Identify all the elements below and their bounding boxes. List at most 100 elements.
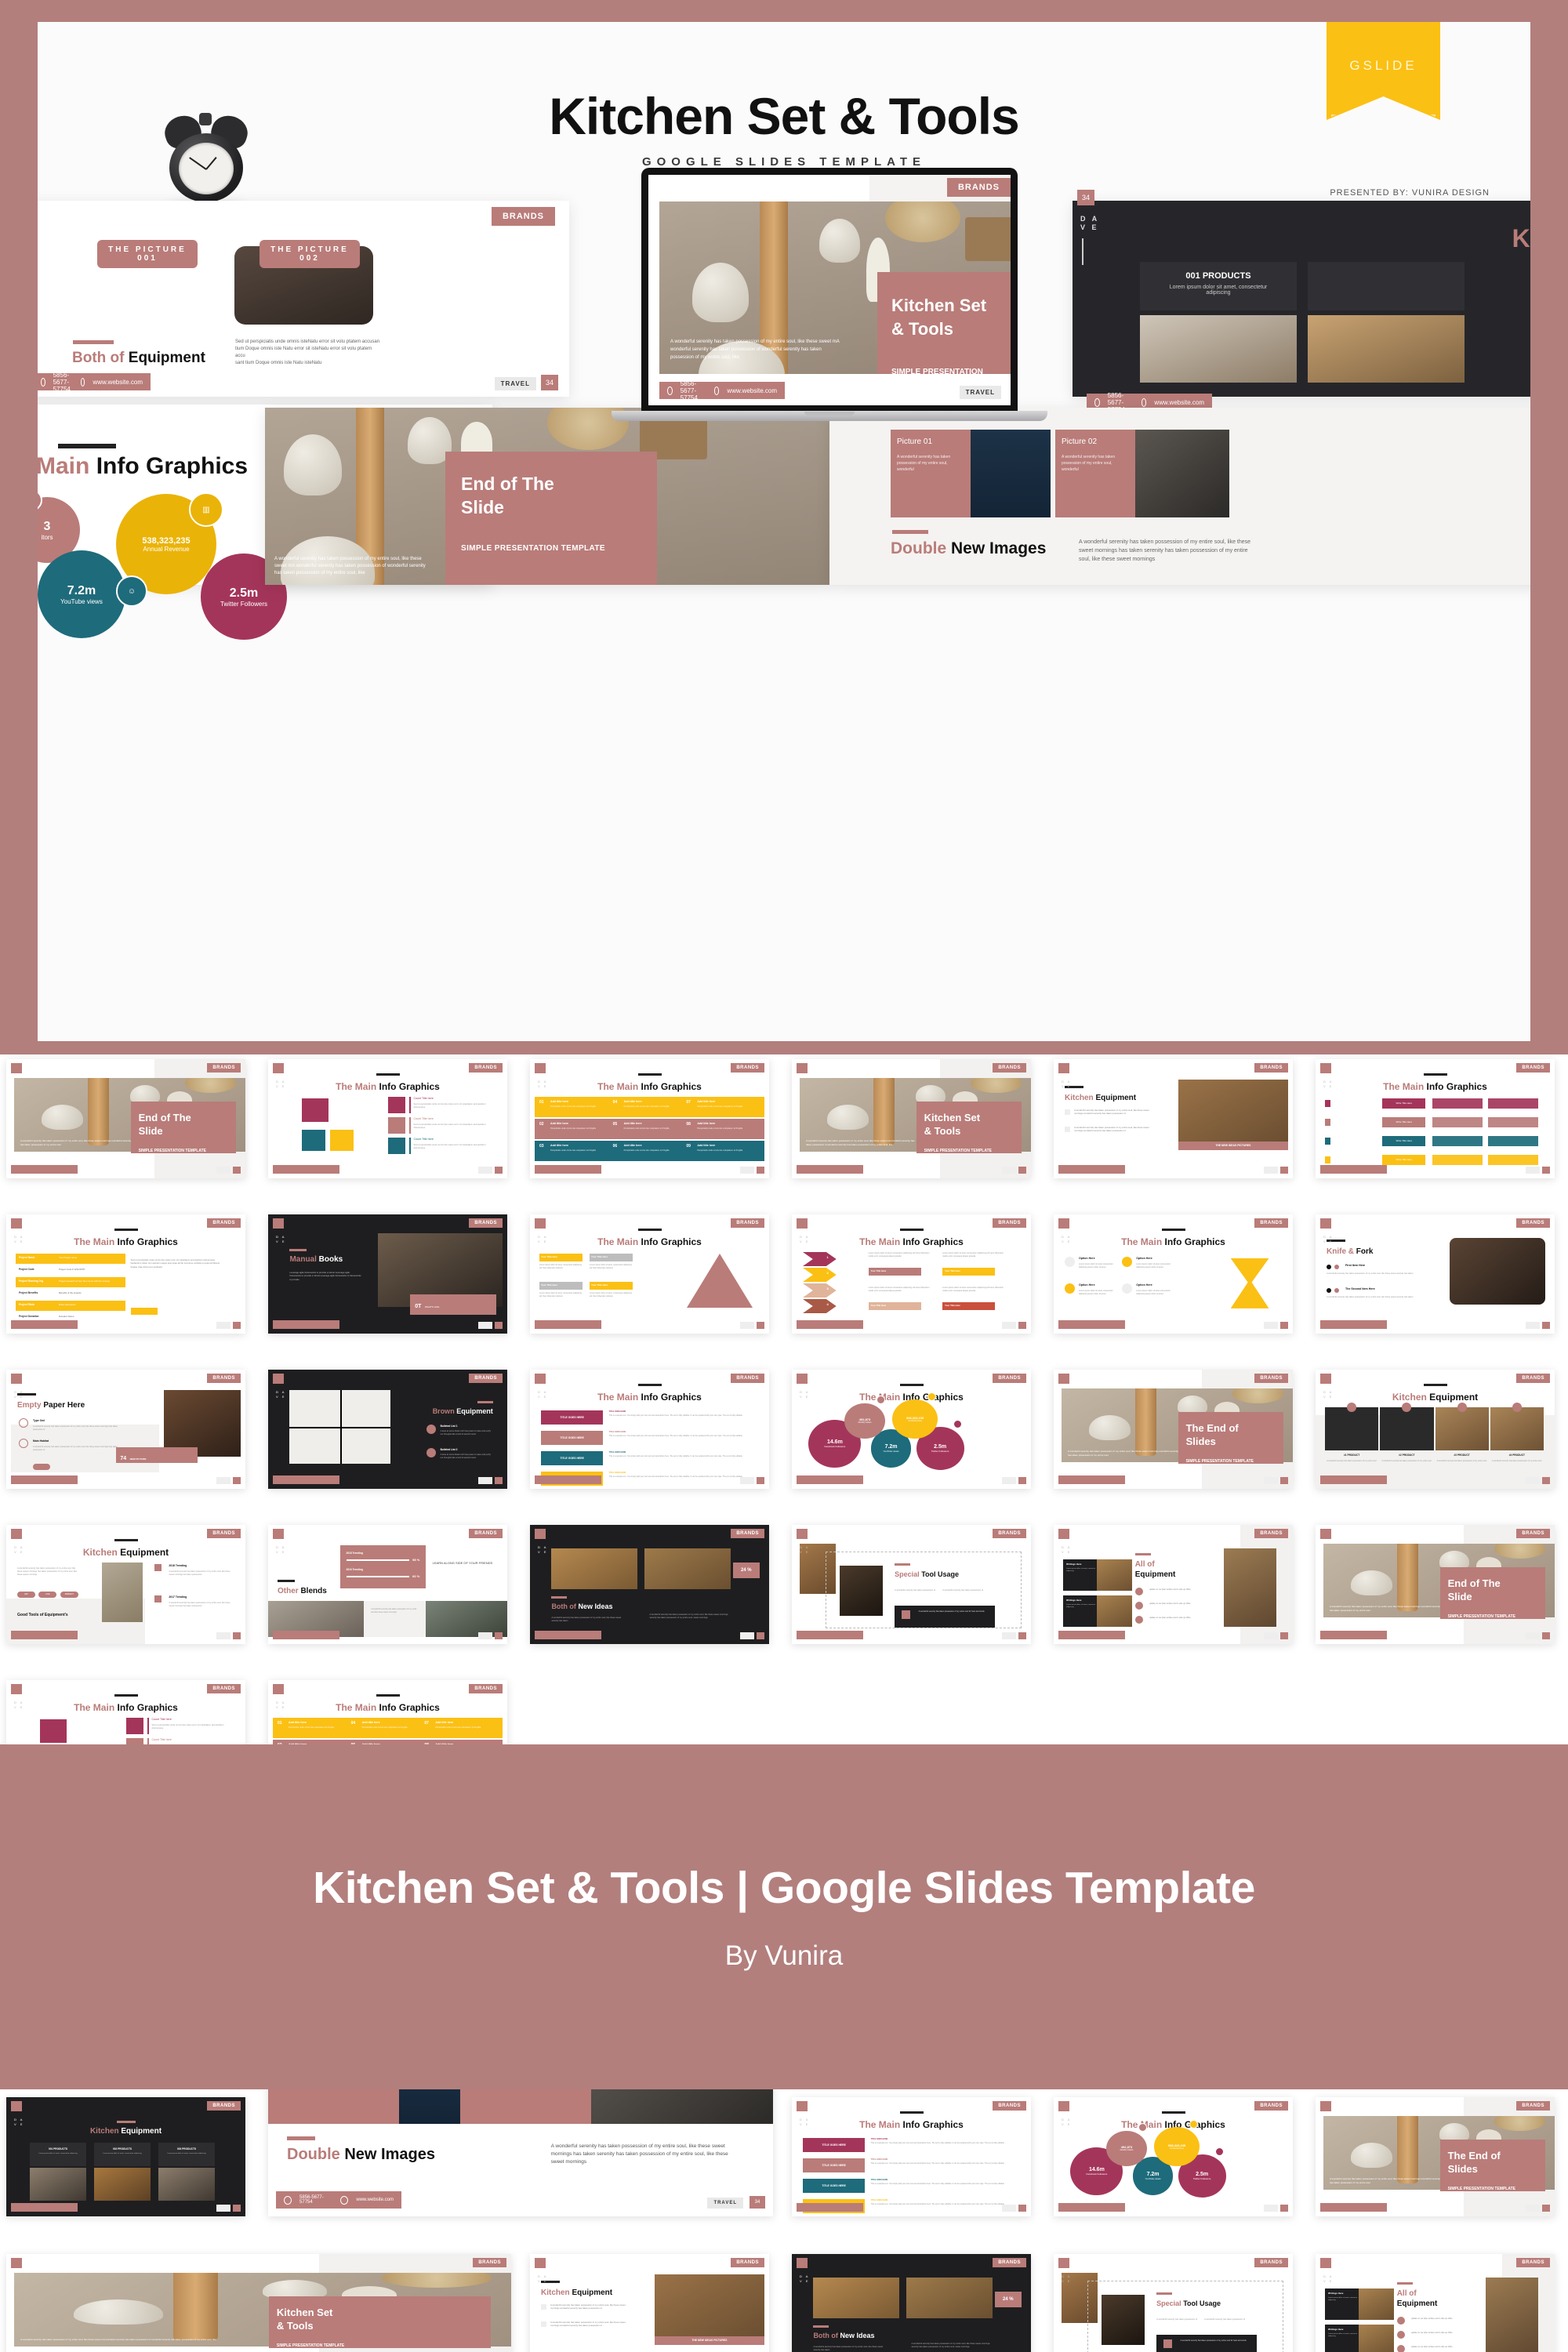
- thumbnail-info-graphics-titles[interactable]: The Main Info Graphics TITLE GOES HERE T…: [530, 1370, 769, 1489]
- laptop-phone: 5856-5677-57754: [680, 379, 698, 401]
- thumbnail-empty-paper-here[interactable]: Empty Paper Here Type Owl A wonderful se…: [6, 1370, 245, 1489]
- thumbnail-end-of-the-slide[interactable]: A wonderful serenity has taken possessio…: [6, 1059, 245, 1178]
- strip2-thumbnail-special-tool-usage[interactable]: Special Tool Usage A wonderful serenity …: [1054, 2254, 1293, 2352]
- thumb-caption: A wonderful serenity has taken possessio…: [20, 2338, 216, 2341]
- strip-thumbnail-info-graphics-titles[interactable]: The Main Info Graphics TITLE GOES HERE T…: [792, 2097, 1031, 2216]
- thumb-badge-label: WHAT'S LIKE: [424, 1305, 440, 1308]
- thumb-dave-mark: D AV E: [1323, 1080, 1334, 1088]
- thumb-trending-item: 2018 Trending: [169, 1564, 187, 1567]
- thumb-band-body: Perspiciatis unde omnis iste voluptatem …: [289, 1726, 334, 1729]
- thumb-dave-mark: D AV E: [538, 1080, 548, 1088]
- strip2-thumbnail-kitchen-set-tools-cover[interactable]: A wonderful serenity has taken possessio…: [6, 2254, 511, 2352]
- thumb-bubble-icon: [1215, 2147, 1225, 2156]
- thumb-title-main: Info Graphics: [641, 1236, 702, 1247]
- thumbnail-the-end-of-slides[interactable]: A wonderful serenity has taken possessio…: [1054, 1370, 1293, 1489]
- thumb-product-title: #1 PRODUCT: [1344, 1453, 1360, 1457]
- thumb-brands-tag: BRANDS: [1254, 1374, 1288, 1383]
- thumbnail-brown-equipment[interactable]: D AV E Brown Equipment Bulleted List 1 A…: [268, 1370, 507, 1489]
- thumb-footer-right: [216, 1477, 241, 1484]
- thumb-title-main: Equipment: [1095, 1094, 1137, 1102]
- thumbnail-info-graphics-boxes[interactable]: The Main Info Graphics Count Title here …: [268, 1059, 507, 1178]
- thumb-chevron-body: Lorem ipsum dolor sit amet consectetur a…: [868, 1287, 930, 1292]
- thumbnail-info-graphics-table[interactable]: The Main Info Graphics Project Name Your…: [6, 1214, 245, 1334]
- thumb-footer-right: [1526, 2205, 1550, 2212]
- strip-eq-accent: Kitchen: [89, 2127, 119, 2136]
- strip-thumbnail-kitchen-equipment[interactable]: D AV E Kitchen Equipment 001 PRODUCTS Lo…: [6, 2097, 245, 2216]
- thumb-footer-bar: [797, 1320, 863, 1329]
- thumb-dave-mark: D AV E: [538, 1545, 548, 1554]
- thumbnail-kitchen-set-tools-cover[interactable]: A wonderful serenity has taken possessio…: [792, 1059, 1031, 1178]
- thumbnail-knife-and-fork[interactable]: Knife & Fork First Item Here A wonderful…: [1316, 1214, 1555, 1334]
- thumb-chevron-body: Lorem ipsum dolor sit amet consectetur a…: [942, 1287, 1004, 1292]
- thumb-title-row-key: TITLE GOES HERE: [608, 1431, 626, 1433]
- thumb-title-main: Equipment: [572, 2288, 613, 2297]
- thumb-product-title: #3 PRODUCT: [1454, 1453, 1470, 1457]
- thumb-brands-tag: BRANDS: [1516, 1218, 1550, 1228]
- thumbnail-special-tool-usage[interactable]: Special Tool Usage A wonderful serenity …: [792, 1525, 1031, 1644]
- thumb-number-tag: [535, 1063, 546, 1073]
- left-body-line-1: Sed ut perspiciatis unde omnis isteNatu …: [235, 339, 380, 344]
- thumb-footer-bar: [273, 1165, 339, 1174]
- thumb-footer-right: [1002, 1167, 1026, 1174]
- strip2-thumbnail-kitchen-equipment-1[interactable]: Kitchen Equipment A wonderful serenity h…: [530, 2254, 769, 2352]
- thumb-title-accent: Special: [1156, 2299, 1181, 2307]
- thumb-footer-bar: [1320, 1165, 1387, 1174]
- globe-icon: [80, 377, 85, 387]
- thumb-grid-label: Write Title Here: [1382, 1098, 1426, 1109]
- check-icon: [426, 1425, 436, 1434]
- dark-website: www.website.com: [1154, 398, 1204, 406]
- thumbnail-manual-books[interactable]: D AV E Manual Books Leverage agile frame…: [268, 1214, 507, 1334]
- thumb-all-title-2: Equipment: [1134, 1570, 1176, 1579]
- strip-thumbnail-info-graphics-bubbles[interactable]: The Main Info Graphics 14.6m Facebook Fo…: [1054, 2097, 1293, 2216]
- thumb-bar2-label: 2016 Trending: [346, 1568, 363, 1571]
- thumb-footer-bar: [11, 1165, 78, 1174]
- thumb-band-body: Perspiciatis unde omnis iste voluptatem …: [550, 1105, 596, 1108]
- thumb-trending-photo: [102, 1563, 143, 1622]
- thumbnail-end-of-the-slide-2[interactable]: A wonderful serenity has taken possessio…: [1316, 1525, 1555, 1644]
- thumbnail-kitchen-equipment-trending[interactable]: Kitchen Equipment A wonderful serenity h…: [6, 1525, 245, 1644]
- thumb-pyramid-label: Your Title Here: [591, 1283, 608, 1287]
- laptop-screen-content: BRANDS Kitchen Set & Tools SIMPLE PRESEN…: [648, 175, 1011, 405]
- thumb-pyramid-body: Lorem ipsum dolor sit amet, consectetur …: [539, 1292, 582, 1298]
- thumb-brands-tag: BRANDS: [207, 1529, 241, 1538]
- thumb-bullet-icon: [1134, 1588, 1143, 1595]
- thumbnail-kitchen-equipment-1[interactable]: Kitchen Equipment A wonderful serenity h…: [1054, 1059, 1293, 1178]
- thumbnail-info-graphics-grid[interactable]: The Main Info Graphics Write Title Here …: [1316, 1059, 1555, 1178]
- strip2-thumbnail-all-of-equipment[interactable]: Writings Here Lorem ipsum dolor sit amet…: [1316, 2254, 1555, 2352]
- thumb-all-photo: [1223, 1548, 1276, 1628]
- thumb-title-accent: Special: [895, 1570, 920, 1578]
- thumbnail-all-of-equipment[interactable]: Writings Here Lorem ipsum dolor sit amet…: [1054, 1525, 1293, 1644]
- thumbnail-both-of-new-ideas[interactable]: D AV E 24 % Both of New Ideas A wonderfu…: [530, 1525, 769, 1644]
- laptop-phone-icon: [667, 386, 673, 395]
- bubble-2-label: YouTube views: [60, 597, 103, 605]
- thumb-brands-tag: BRANDS: [993, 2258, 1026, 2267]
- thumb-title-main: Info Graphics: [641, 1392, 702, 1403]
- thumbnail-info-graphics-bubbles[interactable]: The Main Info Graphics 14.6m Facebook Fo…: [792, 1370, 1031, 1489]
- thumb-eq-card-label: Writings Here: [1328, 2292, 1344, 2295]
- thumb-band-number: 01: [278, 1721, 282, 1726]
- laptop-mockup: BRANDS Kitchen Set & Tools SIMPLE PRESEN…: [612, 168, 1047, 434]
- thumb-all-photo: [1485, 2278, 1538, 2352]
- thumb-dave-mark: D AV E: [14, 1390, 24, 1399]
- left-body-line-2: tium Doque omnis iste Natu error sit ist…: [235, 347, 372, 358]
- thumb-bubble-label: Facebook Followers: [824, 1444, 846, 1448]
- thumb-subtitle: SIMPLE PRESENTATION TEMPLATE: [138, 1149, 206, 1154]
- thumbnail-info-graphics-hourglass[interactable]: The Main Info Graphics Option Here Lorem…: [1054, 1214, 1293, 1334]
- thumbnail-info-graphics-chevron[interactable]: The Main Info Graphics 1 2 3 4 Lorem ips…: [792, 1214, 1031, 1334]
- thumbnail-other-blends[interactable]: Other Blends 2018 Trending 58 % 2016 Tre…: [268, 1525, 507, 1644]
- thumb-band-number: 03: [539, 1144, 544, 1149]
- thumb-option-body: Lorem ipsum dolor sit amet consectetur A…: [1079, 1290, 1113, 1295]
- strip-thumbnail-the-end-of-slides[interactable]: A wonderful serenity has taken possessio…: [1316, 2097, 1555, 2216]
- thumbnail-kitchen-equipment-products[interactable]: Kitchen Equipment #1 PRODUCT A wonderful…: [1316, 1370, 1555, 1489]
- thumb-title-main: Info Graphics: [1164, 1236, 1225, 1247]
- laptop-travel-tag: TRAVEL: [959, 386, 1001, 399]
- website-url: www.website.com: [93, 378, 143, 386]
- strip2-thumbnail-both-of-new-ideas[interactable]: D AV E 24 % Both of New Ideas A wonderfu…: [792, 2254, 1031, 2352]
- thumb-band-label: Add title here: [550, 1144, 568, 1147]
- thumbnail-info-graphics-bands[interactable]: The Main Info Graphics 01 Add title here…: [530, 1059, 769, 1178]
- thumb-brands-tag: BRANDS: [993, 1063, 1026, 1073]
- thumb-bubble-label: Annual Revenue: [1170, 2147, 1184, 2151]
- thumb-list-item: Count Title here: [413, 1097, 434, 1100]
- thumbnail-info-graphics-pyramid[interactable]: The Main Info Graphics Your Title Here L…: [530, 1214, 769, 1334]
- strip-slide-double-new-images[interactable]: Double New Images A wonderful serenity h…: [268, 2089, 773, 2216]
